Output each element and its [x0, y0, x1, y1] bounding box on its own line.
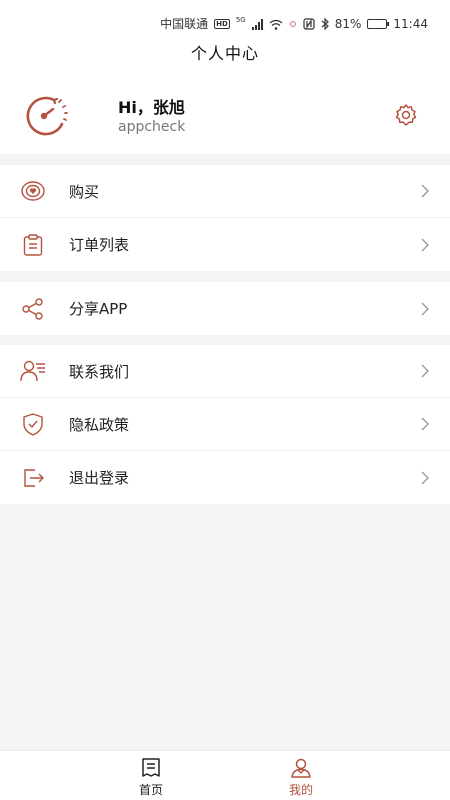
clock: 11:44: [393, 17, 428, 31]
speedometer-icon: [26, 96, 68, 136]
network-type: 5G: [235, 16, 246, 24]
chevron-right-icon: [421, 302, 429, 315]
tab-label: 我的: [288, 783, 313, 797]
tab-mine[interactable]: 我的: [261, 757, 341, 798]
heart-badge-icon: [21, 181, 45, 201]
profile-section[interactable]: Hi，张旭 appcheck: [0, 84, 450, 144]
carrier-label: 中国联通: [160, 17, 209, 31]
menu-item-logout[interactable]: 退出登录: [0, 451, 450, 504]
chevron-right-icon: [421, 471, 429, 484]
battery-percent: 81%: [334, 17, 362, 31]
document-icon: [142, 758, 160, 777]
menu-item-orders[interactable]: 订单列表: [0, 218, 450, 271]
greeting: Hi，张旭: [118, 98, 185, 117]
chevron-right-icon: [421, 417, 429, 431]
chevron-right-icon: [421, 184, 429, 198]
shield-icon: [23, 413, 43, 436]
menu-group-1: 购买 订单列表: [0, 165, 450, 271]
menu-item-label: 隐私政策: [69, 415, 130, 434]
chevron-right-icon: [421, 238, 429, 251]
menu-item-label: 分享APP: [69, 300, 128, 318]
nfc-icon: [303, 18, 315, 30]
gear-icon[interactable]: [394, 103, 418, 127]
clipboard-icon: [23, 233, 43, 256]
wifi-icon: [269, 19, 283, 30]
menu-item-label: 购买: [69, 182, 100, 201]
share-icon: [22, 297, 43, 320]
hd-badge: HD: [214, 19, 230, 29]
menu-item-contact[interactable]: 联系我们: [0, 345, 450, 398]
menu-group-3: 联系我们 隐私政策 退出登录: [0, 345, 450, 504]
menu-item-privacy[interactable]: 隐私政策: [0, 398, 450, 451]
username: appcheck: [118, 119, 186, 135]
tab-label: 首页: [138, 783, 163, 797]
signal-icon: [251, 18, 263, 30]
bluetooth-icon: [321, 18, 329, 30]
menu-group-2: 分享APP: [0, 282, 450, 335]
contact-icon: [20, 360, 45, 382]
user-icon: [291, 758, 311, 778]
page-title: 个人中心: [0, 40, 450, 63]
menu-item-label: 订单列表: [69, 236, 130, 254]
battery-icon: [367, 19, 390, 29]
menu-item-buy[interactable]: 购买: [0, 165, 450, 218]
vibrate-icon: [289, 21, 296, 27]
status-bar: 中国联通 HD 5G 81% 11:44: [0, 0, 450, 40]
chevron-right-icon: [421, 364, 429, 378]
tab-home[interactable]: 首页: [111, 757, 191, 798]
status-indicators: 中国联通 HD 5G 81% 11:44: [160, 16, 428, 31]
tab-bar: 首页 我的: [0, 750, 450, 800]
menu-item-label: 退出登录: [69, 469, 130, 487]
menu-item-label: 联系我们: [69, 362, 130, 381]
menu-item-share[interactable]: 分享APP: [0, 282, 450, 335]
logout-icon: [24, 468, 44, 487]
